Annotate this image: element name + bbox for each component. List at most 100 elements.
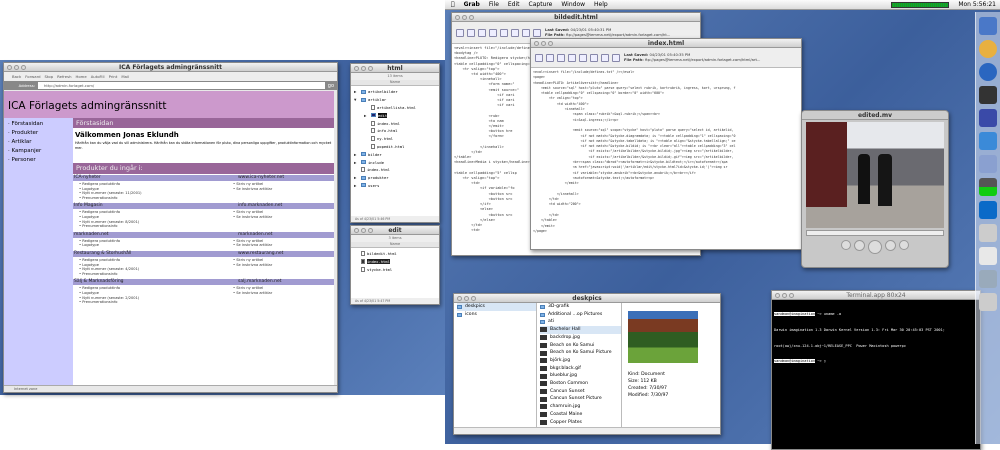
index-titlebar[interactable]: index.html bbox=[531, 39, 801, 48]
file-item-selected[interactable]: index.html bbox=[361, 258, 439, 266]
article-link[interactable]: Se inskrivna artiklar bbox=[233, 243, 328, 248]
file-item[interactable]: Bachelor Hall bbox=[540, 326, 621, 334]
file-item[interactable]: Boston Common bbox=[540, 380, 621, 388]
file-item[interactable]: bkgr.black.gif bbox=[540, 365, 621, 373]
file-item[interactable]: Additional ...op Pictures bbox=[540, 311, 621, 319]
file-item[interactable]: Cancun Sunset bbox=[540, 388, 621, 396]
article-link[interactable]: Se inskrivna artiklar bbox=[233, 187, 328, 192]
deskpics-titlebar[interactable]: deskpics bbox=[454, 294, 720, 303]
article-link[interactable]: Se inskrivna artiklar bbox=[233, 263, 328, 268]
file-item[interactable]: ▶ bilder bbox=[354, 150, 439, 158]
home-button[interactable]: Home bbox=[75, 74, 86, 79]
code-editor[interactable]: <eval><insert file="/include/defines.txt… bbox=[531, 68, 801, 236]
finder-edit-titlebar[interactable]: edit bbox=[351, 226, 439, 235]
home-icon[interactable] bbox=[979, 247, 997, 265]
tool-button[interactable] bbox=[467, 28, 475, 37]
finder-icon[interactable] bbox=[979, 17, 997, 35]
file-item[interactable]: Cancun Sunset Picture bbox=[540, 395, 621, 403]
product-link[interactable]: Logotype bbox=[79, 243, 120, 248]
terminal-output[interactable]: sandman@imagination ~> uname -a Darwin i… bbox=[772, 300, 980, 377]
file-item[interactable]: ▶ produkter bbox=[354, 174, 439, 182]
disclosure-triangle-icon[interactable]: ▶ bbox=[354, 89, 359, 94]
horizontal-scrollbar[interactable] bbox=[454, 427, 720, 434]
movie-titlebar[interactable]: edited.mv bbox=[802, 111, 948, 120]
product-site[interactable]: www.ica-nyheter.net bbox=[238, 175, 333, 181]
play-icon[interactable] bbox=[868, 240, 882, 254]
file-item[interactable]: ny.html bbox=[354, 135, 439, 143]
product-link[interactable]: Prenumerationsinfo bbox=[79, 224, 139, 229]
file-item[interactable]: 3D-grafik bbox=[540, 303, 621, 311]
menu-edit[interactable]: Edit bbox=[508, 1, 520, 8]
file-item[interactable]: ▶ artikelbilder bbox=[354, 88, 439, 96]
menu-app[interactable]: Grab bbox=[464, 1, 480, 8]
terminal-titlebar[interactable]: Terminal.app 80x24 bbox=[772, 291, 980, 300]
file-item[interactable]: Copper Plates bbox=[540, 419, 621, 427]
tool-button[interactable] bbox=[612, 53, 620, 62]
movie-scrubber[interactable] bbox=[806, 230, 944, 236]
grab-icon[interactable] bbox=[979, 224, 997, 242]
browser-titlebar[interactable]: ICA Förlagets admingränssnitt bbox=[4, 63, 337, 72]
tool-button[interactable] bbox=[535, 53, 543, 62]
tool-button[interactable] bbox=[546, 53, 554, 62]
disclosure-triangle-icon[interactable]: ▶ bbox=[364, 113, 369, 118]
forward-end-icon[interactable] bbox=[899, 240, 909, 250]
folder-deskpics[interactable]: deskpics bbox=[457, 303, 536, 311]
autofill-button[interactable]: AutoFill bbox=[91, 74, 105, 79]
applications-icon[interactable] bbox=[979, 270, 997, 288]
nav-artiklar[interactable]: · Artiklar bbox=[8, 139, 72, 145]
file-item[interactable]: chamruin.jpg bbox=[540, 403, 621, 411]
nav-kampanjer[interactable]: · Kampanjer bbox=[8, 148, 72, 154]
fast-forward-icon[interactable] bbox=[885, 240, 896, 251]
print-button[interactable]: Print bbox=[109, 74, 118, 79]
product-link[interactable]: Prenumerationsinfo bbox=[79, 196, 142, 201]
tool-button[interactable] bbox=[590, 53, 598, 62]
file-item[interactable]: Beach on Ko Samui Picture bbox=[540, 349, 621, 357]
tool-button[interactable] bbox=[579, 53, 587, 62]
mail-icon[interactable] bbox=[979, 40, 997, 58]
menu-file[interactable]: File bbox=[489, 1, 499, 8]
menu-capture[interactable]: Capture bbox=[529, 1, 553, 8]
product-site[interactable]: marknaden.net bbox=[238, 232, 333, 238]
menu-window[interactable]: Window bbox=[561, 1, 585, 8]
product-site[interactable]: salj.marknaden.net bbox=[238, 279, 333, 285]
file-item[interactable]: ▶ include bbox=[354, 158, 439, 166]
article-link[interactable]: Se inskrivna artiklar bbox=[233, 291, 328, 296]
apple-icon[interactable]:  bbox=[451, 1, 455, 8]
disclosure-triangle-icon[interactable]: ▼ bbox=[354, 97, 359, 102]
disclosure-triangle-icon[interactable]: ▶ bbox=[354, 183, 359, 188]
file-item[interactable]: björk.jpg bbox=[540, 357, 621, 365]
tool-button[interactable] bbox=[557, 53, 565, 62]
tool-button[interactable] bbox=[522, 28, 530, 37]
tool-button[interactable] bbox=[489, 28, 497, 37]
nav-personer[interactable]: · Personer bbox=[8, 157, 72, 163]
clock[interactable]: Mon 5:56:21 bbox=[958, 1, 996, 8]
browser-icon[interactable] bbox=[979, 132, 997, 150]
cpu-monitor-icon[interactable] bbox=[979, 178, 997, 196]
tool-button[interactable] bbox=[511, 28, 519, 37]
trash-icon[interactable] bbox=[979, 293, 997, 311]
disclosure-triangle-icon[interactable]: ▶ bbox=[354, 152, 359, 157]
tool-button[interactable] bbox=[478, 28, 486, 37]
file-item[interactable]: index.html bbox=[354, 119, 439, 127]
file-item[interactable]: backdrop.jpg bbox=[540, 334, 621, 342]
back-button[interactable]: Back bbox=[12, 74, 21, 79]
rewind-start-icon[interactable] bbox=[841, 240, 851, 250]
tool-button[interactable] bbox=[601, 53, 609, 62]
mail-button[interactable]: Mail bbox=[121, 74, 129, 79]
tool-button[interactable] bbox=[533, 28, 541, 37]
quicktime-icon[interactable] bbox=[979, 201, 997, 219]
finder-html-titlebar[interactable]: html bbox=[351, 64, 439, 73]
file-item[interactable]: Beach on Ko Samui bbox=[540, 342, 621, 350]
go-button[interactable]: go bbox=[328, 83, 334, 89]
disclosure-triangle-icon[interactable]: ▶ bbox=[354, 175, 359, 180]
tool-button[interactable] bbox=[456, 28, 464, 37]
stop-button[interactable]: Stop bbox=[45, 74, 54, 79]
tool-button[interactable] bbox=[568, 53, 576, 62]
file-item[interactable]: popedit.html bbox=[354, 143, 439, 151]
internet-explorer-icon[interactable] bbox=[979, 63, 997, 81]
tool-button[interactable] bbox=[500, 28, 508, 37]
bbedit-icon[interactable] bbox=[979, 109, 997, 127]
article-link[interactable]: Se inskrivna artiklar bbox=[233, 215, 328, 220]
file-item[interactable]: index.html bbox=[354, 166, 439, 174]
file-item[interactable]: info.html bbox=[354, 127, 439, 135]
